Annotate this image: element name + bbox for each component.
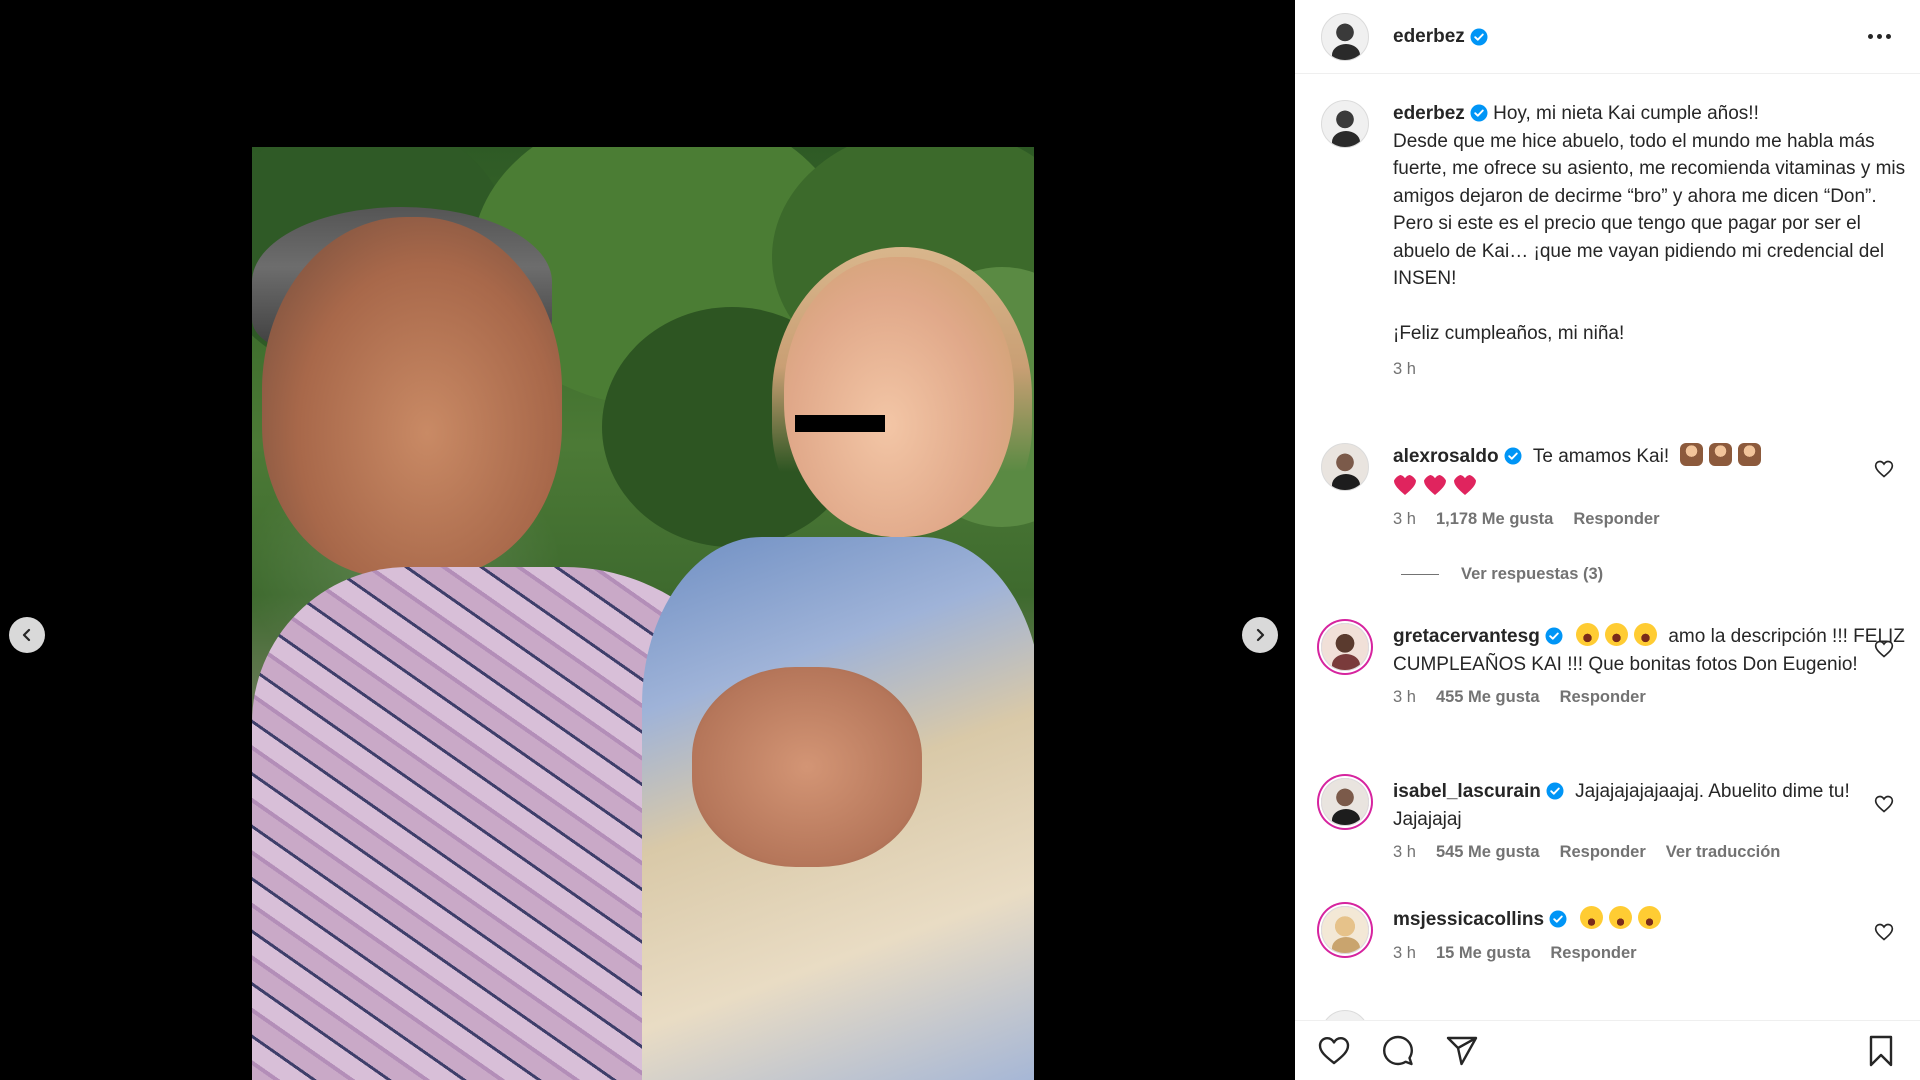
- more-horizontal-icon: [1867, 34, 1873, 39]
- verified-badge-icon: [1470, 104, 1488, 122]
- verified-badge-icon: [1504, 447, 1522, 465]
- star-struck-emoji-icon: [1638, 906, 1662, 929]
- caption-body: ederbez Hoy, mi nieta Kai cumple años!! …: [1393, 100, 1906, 348]
- media-viewer: [0, 0, 1295, 1080]
- caption: ederbez Hoy, mi nieta Kai cumple años!! …: [1321, 100, 1906, 383]
- chevron-left-icon: [22, 628, 31, 642]
- red-heart-icon: [1454, 474, 1476, 495]
- cake-emoji-icon: [1738, 443, 1762, 466]
- commenter-username[interactable]: msjessicacollins: [1393, 909, 1544, 930]
- red-heart-icon: [1394, 474, 1416, 495]
- photo-hands: [692, 667, 922, 867]
- reply-button[interactable]: Responder: [1560, 839, 1646, 867]
- comment-likes-count[interactable]: 455 Me gusta: [1436, 684, 1540, 712]
- paper-plane-icon[interactable]: [1445, 1034, 1479, 1068]
- comment-like-icon[interactable]: [1874, 922, 1894, 942]
- view-replies-button[interactable]: Ver respuestas (3): [1401, 565, 1603, 584]
- laughing-face-emoji-icon: [1634, 623, 1658, 646]
- comment-item: alexrosaldo Te amamos Kai! 3 h 1,178 Me …: [1321, 443, 1906, 534]
- post-side-panel: ederbez ederbez Hoy, mi nieta Kai cumple…: [1295, 0, 1920, 1080]
- heart-outline-icon[interactable]: [1317, 1034, 1351, 1068]
- commenter-avatar[interactable]: [1321, 778, 1369, 826]
- laughing-face-emoji-icon: [1605, 623, 1629, 646]
- cake-emoji-icon: [1680, 443, 1704, 466]
- more-options-button[interactable]: [1864, 25, 1894, 49]
- commenter-avatar[interactable]: [1321, 1010, 1369, 1020]
- commenter-username[interactable]: isabel_lascurain: [1393, 781, 1541, 802]
- comment-like-icon[interactable]: [1874, 639, 1894, 659]
- verified-badge-icon: [1470, 28, 1488, 45]
- comment-text: Te amamos Kai!: [1532, 446, 1670, 467]
- star-struck-emoji-icon: [1609, 906, 1633, 929]
- commenter-avatar[interactable]: [1321, 906, 1369, 954]
- caption-username[interactable]: ederbez: [1393, 103, 1465, 124]
- commenter-avatar[interactable]: [1321, 623, 1369, 671]
- caption-text: Hoy, mi nieta Kai cumple años!! Desde qu…: [1393, 103, 1906, 344]
- comment-item: isabel_lascurain Jajajajajajaajaj. Abuel…: [1321, 778, 1906, 867]
- comment-item: gretacervantesg amo la descripción !!! F…: [1321, 623, 1906, 712]
- chevron-right-icon: [1256, 628, 1265, 642]
- comment-item: msjessicacollins 3 h 15 Me gusta Respond…: [1321, 906, 1906, 967]
- comment-bubble-icon[interactable]: [1381, 1034, 1415, 1068]
- post-header: ederbez: [1295, 0, 1920, 74]
- comment-like-icon[interactable]: [1874, 459, 1894, 479]
- comment-likes-count[interactable]: 545 Me gusta: [1436, 839, 1540, 867]
- censor-bar: [795, 415, 885, 432]
- star-struck-emoji-icon: [1580, 906, 1604, 929]
- comment-likes-count[interactable]: 15 Me gusta: [1436, 940, 1530, 968]
- verified-badge-icon: [1549, 910, 1567, 928]
- see-translation-button[interactable]: Ver traducción: [1666, 839, 1781, 867]
- comment-timestamp[interactable]: 3 h: [1393, 684, 1416, 712]
- comment-likes-count[interactable]: 1,178 Me gusta: [1436, 506, 1553, 534]
- verified-badge-icon: [1545, 627, 1563, 645]
- commenter-username[interactable]: alexrosaldo: [1393, 446, 1499, 467]
- laughing-face-emoji-icon: [1576, 623, 1600, 646]
- comments-feed[interactable]: ederbez Hoy, mi nieta Kai cumple años!! …: [1295, 75, 1920, 1020]
- view-replies-label: Ver respuestas (3): [1461, 565, 1604, 583]
- next-media-button[interactable]: [1242, 617, 1278, 653]
- caption-avatar[interactable]: [1321, 100, 1369, 148]
- caption-timestamp[interactable]: 3 h: [1393, 356, 1416, 384]
- post-actions-bar: [1295, 1020, 1920, 1080]
- commenter-username[interactable]: gretacervantesg: [1393, 626, 1540, 647]
- commenter-avatar[interactable]: [1321, 443, 1369, 491]
- author-username[interactable]: ederbez: [1393, 26, 1465, 48]
- comment-like-icon[interactable]: [1874, 794, 1894, 814]
- cake-emoji-icon: [1709, 443, 1733, 466]
- post-photo: [252, 147, 1034, 1080]
- bookmark-icon[interactable]: [1864, 1034, 1898, 1068]
- photo-subject-man: [262, 217, 562, 577]
- comment-timestamp[interactable]: 3 h: [1393, 940, 1416, 968]
- reply-button[interactable]: Responder: [1560, 684, 1646, 712]
- photo-subject-baby: [784, 257, 1014, 537]
- verified-badge-icon: [1546, 782, 1564, 800]
- author-avatar[interactable]: [1321, 12, 1369, 61]
- comment-item-partial: [1321, 1010, 1906, 1020]
- comment-timestamp[interactable]: 3 h: [1393, 839, 1416, 867]
- comment-timestamp[interactable]: 3 h: [1393, 506, 1416, 534]
- reply-button[interactable]: Responder: [1573, 506, 1659, 534]
- previous-media-button[interactable]: [9, 617, 45, 653]
- reply-button[interactable]: Responder: [1550, 940, 1636, 968]
- red-heart-icon: [1424, 474, 1446, 495]
